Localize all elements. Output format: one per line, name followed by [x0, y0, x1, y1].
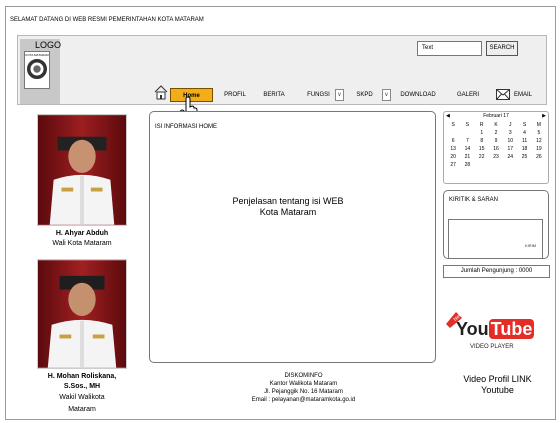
calendar-day[interactable]: 7 [460, 138, 474, 144]
calendar-day [460, 130, 474, 136]
calendar-weekday: M [536, 122, 541, 128]
youtube-logo-tube: Tube [488, 319, 535, 339]
calendar-weekday: S [465, 122, 470, 128]
calendar-header: ◀ Februari 17 ▶ [446, 113, 546, 119]
calendar-day[interactable]: 20 [446, 154, 460, 160]
logo-label: LOGO [35, 40, 62, 50]
calendar-day[interactable]: 13 [446, 146, 460, 152]
calendar-day[interactable]: 11 [517, 138, 531, 144]
seal-emblem-icon [27, 59, 47, 79]
mayor-photo [37, 114, 127, 226]
calendar-grid: S S R K J S M 1 2 3 4 5 6 7 8 9 10 11 12 13 14 15 16 17 18 19 20 21… [446, 122, 546, 168]
home-house-icon[interactable] [153, 84, 169, 100]
youtube-logo[interactable]: You Tube [456, 319, 535, 340]
mayor-name: H. Ahyar Abduh [55, 230, 109, 237]
calendar-day[interactable]: 19 [532, 146, 546, 152]
calendar-weekday: K [494, 122, 498, 128]
calendar-day[interactable]: 22 [475, 154, 489, 160]
mail-icon[interactable] [496, 89, 510, 100]
nav-skpd[interactable]: SKPD [352, 88, 377, 102]
footer-email[interactable]: Email : pelayanan@mataramkota.go.id [230, 396, 377, 404]
welcome-banner: SELAMAT DATANG DI WEB RESMI PEMERINTAHAN… [10, 17, 204, 23]
calendar-day[interactable]: 3 [503, 130, 517, 136]
calendar-day[interactable]: 9 [489, 138, 503, 144]
nav-email[interactable]: EMAIL [510, 88, 536, 102]
content-body: Penjelasan tentang isi WEB Kota Mataram [206, 196, 370, 218]
nav-profil[interactable]: PROFIL [220, 88, 250, 102]
calendar-day[interactable]: 16 [489, 146, 503, 152]
calendar-day[interactable]: 25 [517, 154, 531, 160]
calendar-day[interactable]: 8 [475, 138, 489, 144]
footer-address: Jl. Pejanggik No. 16 Mataram [264, 389, 343, 395]
calendar-prev-icon[interactable]: ◀ [446, 113, 450, 119]
nav-berita[interactable]: BERITA [259, 88, 289, 102]
footer-org: DISKOMINFO [284, 373, 323, 379]
calendar-day [475, 162, 489, 168]
mayor-title: Wali Kota Mataram [52, 240, 112, 247]
calendar-day[interactable]: 21 [460, 154, 474, 160]
youtube-link-line2: Youtube [481, 385, 514, 395]
calendar-day[interactable]: 12 [532, 138, 546, 144]
seal-text: KOTA MATARAM [25, 53, 49, 57]
vice-mayor-title-line1: Wakil Walikota [59, 394, 105, 401]
calendar-day[interactable]: 1 [475, 130, 489, 136]
content-title: ISI INFORMASI HOME [155, 124, 218, 130]
kritik-saran-title: KIRITIK & SARAN [449, 197, 499, 203]
calendar-weekday: S [522, 122, 527, 128]
search-button[interactable]: SEARCH [486, 41, 518, 56]
calendar-day[interactable]: 23 [489, 154, 503, 160]
city-seal-logo[interactable]: KOTA MATARAM [24, 51, 50, 89]
calendar-day[interactable]: 10 [503, 138, 517, 144]
vice-mayor-title-line2: Mataram [68, 406, 96, 413]
kirim-button[interactable]: KIRIM [521, 241, 540, 251]
vice-mayor-name-line2: S.Sos., MH [63, 383, 101, 390]
calendar-day[interactable]: 5 [532, 130, 546, 136]
youtube-link-line1: Video Profil LINK [463, 374, 532, 384]
content-body-line1: Penjelasan tentang isi WEB [232, 196, 344, 206]
calendar-day[interactable]: 28 [460, 162, 474, 168]
calendar-day[interactable]: 2 [489, 130, 503, 136]
calendar-day[interactable]: 6 [446, 138, 460, 144]
search-input[interactable]: Text [417, 41, 482, 56]
calendar-next-icon[interactable]: ▶ [542, 113, 546, 119]
skpd-dropdown-chevron-icon[interactable]: ∨ [382, 89, 391, 101]
calendar-day[interactable]: 4 [517, 130, 531, 136]
calendar-weekday: S [451, 122, 455, 128]
visitor-counter: Jumlah Pengunjung : 0000 [443, 265, 550, 278]
calendar-day[interactable]: 17 [503, 146, 517, 152]
fungsi-dropdown-chevron-icon[interactable]: ∨ [335, 89, 344, 101]
youtube-link-label[interactable]: Video Profil LINK Youtube [444, 374, 551, 396]
calendar-weekday: R [479, 122, 484, 128]
calendar-day[interactable]: 18 [517, 146, 531, 152]
calendar-day[interactable]: 14 [460, 146, 474, 152]
vice-mayor-name-line1: H. Mohan Roliskana, [47, 373, 117, 380]
calendar-day [517, 162, 531, 168]
calendar-month: Februari 17 [483, 113, 509, 119]
footer-office: Kantor Walikota Mataram [269, 381, 338, 387]
calendar-weekday: J [509, 122, 512, 128]
calendar-day [489, 162, 503, 168]
youtube-logo-you: You [456, 319, 489, 339]
calendar-day [503, 162, 517, 168]
vice-mayor-photo [37, 259, 127, 369]
calendar-day[interactable]: 26 [532, 154, 546, 160]
nav-download[interactable]: DOWNLOAD [394, 88, 442, 102]
calendar-day[interactable]: 27 [446, 162, 460, 168]
kritik-saran-textarea[interactable] [448, 219, 543, 259]
calendar-day [446, 130, 460, 136]
calendar-day[interactable]: 24 [503, 154, 517, 160]
content-body-line2: Kota Mataram [259, 207, 317, 217]
nav-fungsi[interactable]: FUNGSI [302, 88, 335, 102]
youtube-video-player-label: VIDEO PLAYER [470, 344, 514, 350]
nav-galeri[interactable]: GALERI [452, 88, 484, 102]
main-content-panel [149, 111, 436, 363]
calendar-day [532, 162, 546, 168]
footer-info: DISKOMINFO Kantor Walikota Mataram Jl. P… [230, 372, 377, 404]
calendar-day[interactable]: 15 [475, 146, 489, 152]
